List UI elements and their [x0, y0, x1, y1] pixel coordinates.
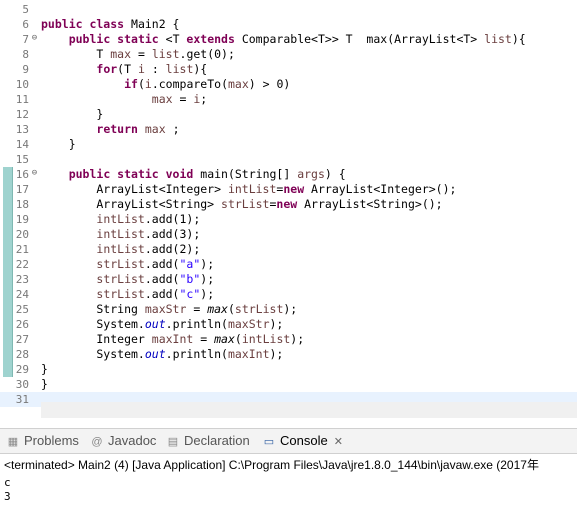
tab-javadoc[interactable]: @ Javadoc: [90, 429, 156, 453]
console-output-line: 3: [4, 490, 11, 503]
code-text: T max = list.get(0);: [41, 47, 235, 61]
line-number: 20: [15, 228, 29, 241]
code-text: }: [41, 362, 48, 376]
code-line[interactable]: 27 Integer maxInt = max(intList);: [0, 332, 577, 347]
javadoc-icon: @: [91, 436, 103, 448]
line-number: 12: [15, 108, 29, 121]
code-line[interactable]: 8 T max = list.get(0);: [0, 47, 577, 62]
line-number: 15: [15, 153, 29, 166]
code-line[interactable]: 23 strList.add("b");: [0, 272, 577, 287]
line-number: 18: [15, 198, 29, 211]
code-line[interactable]: 18 ArrayList<String> strList=new ArrayLi…: [0, 197, 577, 212]
line-number: 27: [15, 333, 29, 346]
code-text: intList.add(2);: [96, 242, 201, 256]
code-line[interactable]: 30}: [0, 377, 577, 392]
code-line[interactable]: 20 intList.add(3);: [0, 227, 577, 242]
code-line[interactable]: 26 System.out.println(maxStr);: [0, 317, 577, 332]
code-line[interactable]: 16 ⊖ public static void main(String[] arg…: [0, 167, 577, 182]
code-text: public static <T extends Comparable<T>> …: [68, 32, 526, 46]
tab-declaration-label: Declaration: [184, 433, 250, 448]
code-text: ArrayList<String> strList=new ArrayList<…: [41, 197, 443, 211]
code-text: }: [41, 377, 48, 391]
code-line[interactable]: 21 intList.add(2);: [0, 242, 577, 257]
code-line[interactable]: 28 System.out.println(maxInt);: [0, 347, 577, 362]
code-text: }: [41, 137, 76, 151]
line-number: 7: [22, 33, 29, 46]
line-number: 19: [15, 213, 29, 226]
tab-console-label: Console: [280, 433, 328, 448]
line-number: 30: [15, 378, 29, 391]
line-number: 16: [15, 168, 29, 181]
line-number: 28: [15, 348, 29, 361]
code-line[interactable]: 19 intList.add(1);: [0, 212, 577, 227]
line-number: 14: [15, 138, 29, 151]
code-text: for(T i : list){: [96, 62, 208, 76]
code-text: ArrayList<Integer> intList=new ArrayList…: [41, 182, 457, 196]
code-line[interactable]: 10 if(i.compareTo(max) > 0): [0, 77, 577, 92]
code-line[interactable]: 25 String maxStr = max(strList);: [0, 302, 577, 317]
line-number: 5: [22, 3, 29, 16]
view-tab-bar: ▦ Problems @ Javadoc ▤ Declaration ▭ Console…: [0, 428, 577, 454]
line-number: 29: [15, 363, 29, 376]
code-line[interactable]: 13 return max ;: [0, 122, 577, 137]
code-line[interactable]: 15: [0, 152, 577, 167]
console-output-line: c: [4, 476, 11, 489]
code-editor[interactable]: 5 6 public class Main2 {7 ⊖ public static <…: [0, 0, 577, 420]
code-line[interactable]: 6 public class Main2 {: [0, 17, 577, 32]
code-text: if(i.compareTo(max) > 0): [124, 77, 291, 91]
code-line[interactable]: 11 max = i;: [0, 92, 577, 107]
code-line[interactable]: 5: [0, 2, 577, 17]
line-number: 13: [15, 123, 29, 136]
code-text: }: [41, 107, 104, 121]
tab-console[interactable]: ▭ Console ✕: [262, 429, 343, 453]
code-line[interactable]: 17 ArrayList<Integer> intList=new ArrayL…: [0, 182, 577, 197]
code-text: Integer maxInt = max(intList);: [41, 332, 305, 346]
line-number: 26: [15, 318, 29, 331]
code-text: String maxStr = max(strList);: [41, 302, 298, 316]
line-number: 8: [22, 48, 29, 61]
declaration-icon: ▤: [167, 436, 179, 448]
tab-problems[interactable]: ▦ Problems: [6, 429, 79, 453]
code-text: strList.add("c");: [96, 287, 215, 301]
code-text: public static void main(String[] args) {: [68, 167, 346, 181]
fold-toggle-icon[interactable]: ⊖: [30, 34, 39, 43]
tab-declaration[interactable]: ▤ Declaration: [166, 429, 250, 453]
console-status-line: <terminated> Main2 (4) [Java Application…: [4, 458, 539, 472]
code-line[interactable]: 7 ⊖ public static <T extends Comparable<T…: [0, 32, 577, 47]
line-number: 11: [15, 93, 29, 106]
line-number: 25: [15, 303, 29, 316]
code-line[interactable]: 12 }: [0, 107, 577, 122]
line-number: 22: [15, 258, 29, 271]
line-number: 9: [22, 63, 29, 76]
horizontal-scrollbar[interactable]: [41, 402, 577, 418]
code-text: intList.add(1);: [96, 212, 201, 226]
code-text: intList.add(3);: [96, 227, 201, 241]
console-icon: ▭: [263, 436, 275, 448]
code-line[interactable]: 22 strList.add("a");: [0, 257, 577, 272]
line-number: 10: [15, 78, 29, 91]
tab-javadoc-label: Javadoc: [108, 433, 157, 448]
fold-toggle-icon[interactable]: ⊖: [30, 169, 39, 178]
close-icon[interactable]: ✕: [334, 436, 343, 448]
code-text: public class Main2 {: [41, 17, 180, 31]
line-number: 23: [15, 273, 29, 286]
code-line[interactable]: 29}: [0, 362, 577, 377]
problems-icon: ▦: [7, 436, 19, 448]
line-number: 21: [15, 243, 29, 256]
code-text: strList.add("a");: [96, 257, 215, 271]
line-number: 6: [22, 18, 29, 31]
code-line[interactable]: 9 for(T i : list){: [0, 62, 577, 77]
tab-problems-label: Problems: [24, 433, 79, 448]
code-text: return max ;: [96, 122, 180, 136]
line-number: 24: [15, 288, 29, 301]
line-number: 31: [15, 393, 29, 406]
code-text: strList.add("b");: [96, 272, 215, 286]
code-text: max = i;: [151, 92, 208, 106]
code-text: System.out.println(maxInt);: [41, 347, 284, 361]
code-line[interactable]: 24 strList.add("c");: [0, 287, 577, 302]
code-line[interactable]: 14 }: [0, 137, 577, 152]
code-text: System.out.println(maxStr);: [41, 317, 284, 331]
line-number: 17: [15, 183, 29, 196]
